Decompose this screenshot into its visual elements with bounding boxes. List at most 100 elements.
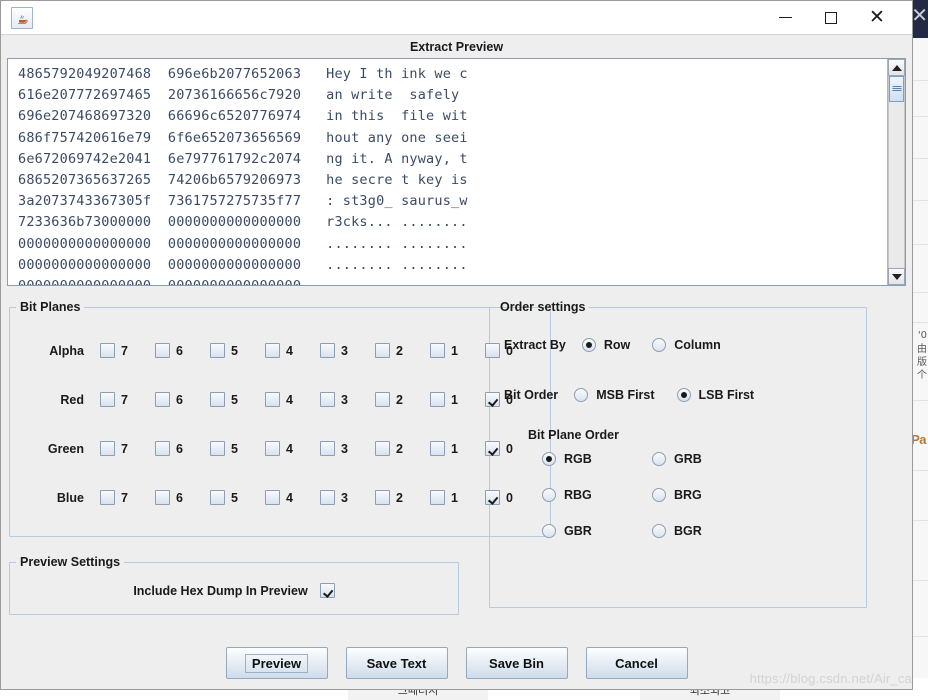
checkbox-green-2[interactable]: 2: [375, 441, 430, 456]
include-hex-dump-row[interactable]: Include Hex Dump In Preview: [20, 577, 448, 600]
checkbox-icon[interactable]: [430, 441, 445, 456]
maximize-button[interactable]: [808, 1, 854, 34]
checkbox-icon[interactable]: [155, 441, 170, 456]
checkbox-icon[interactable]: [265, 343, 280, 358]
checkbox-icon[interactable]: [375, 441, 390, 456]
radio-icon[interactable]: [652, 452, 666, 466]
radio-extract-by-column[interactable]: Column: [652, 338, 721, 352]
scrollbar-track[interactable]: [888, 76, 905, 268]
close-button[interactable]: ✕: [854, 1, 900, 34]
checkbox-icon[interactable]: [210, 490, 225, 505]
checkbox-icon[interactable]: [485, 441, 500, 456]
radio-icon[interactable]: [652, 338, 667, 352]
checkbox-icon[interactable]: [485, 392, 500, 407]
radio-bit-order-msb[interactable]: MSB First: [574, 388, 655, 402]
checkbox-icon[interactable]: [100, 441, 115, 456]
save-bin-button[interactable]: Save Bin: [465, 647, 568, 679]
checkbox-icon[interactable]: [320, 441, 335, 456]
scrollbar-down-button[interactable]: [888, 268, 905, 285]
radio-extract-by-row[interactable]: Row: [581, 338, 630, 352]
checkbox-red-6[interactable]: 6: [155, 392, 210, 407]
checkbox-icon[interactable]: [265, 490, 280, 505]
bit-number: 1: [451, 441, 458, 456]
checkbox-red-4[interactable]: 4: [265, 392, 320, 407]
checkbox-red-3[interactable]: 3: [320, 392, 375, 407]
checkbox-icon[interactable]: [155, 392, 170, 407]
cancel-button[interactable]: Cancel: [585, 647, 688, 679]
checkbox-icon[interactable]: [320, 490, 335, 505]
checkbox-icon[interactable]: [100, 392, 115, 407]
include-hex-dump-checkbox[interactable]: [319, 583, 335, 598]
checkbox-icon[interactable]: [320, 343, 335, 358]
checkbox-blue-7[interactable]: 7: [100, 490, 155, 505]
checkbox-red-2[interactable]: 2: [375, 392, 430, 407]
checkbox-icon[interactable]: [375, 343, 390, 358]
checkbox-icon[interactable]: [320, 392, 335, 407]
checkbox-icon[interactable]: [210, 392, 225, 407]
checkbox-alpha-7[interactable]: 7: [100, 343, 155, 358]
checkbox-alpha-6[interactable]: 6: [155, 343, 210, 358]
checkbox-green-4[interactable]: 4: [265, 441, 320, 456]
checkbox-blue-1[interactable]: 1: [430, 490, 485, 505]
checkbox-blue-3[interactable]: 3: [320, 490, 375, 505]
radio-bit-plane-order-grb[interactable]: GRB: [652, 452, 762, 466]
hex-dump-text[interactable]: 4865792049207468 696e6b2077652063 Hey I …: [8, 59, 887, 285]
checkbox-alpha-4[interactable]: 4: [265, 343, 320, 358]
checkbox-icon[interactable]: [100, 490, 115, 505]
checkbox-red-1[interactable]: 1: [430, 392, 485, 407]
bit-order-label: Bit Order: [504, 388, 559, 402]
checkbox-icon[interactable]: [155, 343, 170, 358]
checkbox-icon[interactable]: [430, 490, 445, 505]
checkbox-icon[interactable]: [485, 490, 500, 505]
hex-dump-scrollbar[interactable]: [887, 59, 905, 285]
checkbox-icon[interactable]: [265, 441, 280, 456]
radio-icon[interactable]: [542, 452, 556, 466]
checkbox-icon[interactable]: [430, 392, 445, 407]
radio-icon[interactable]: [542, 524, 556, 538]
checkbox-alpha-3[interactable]: 3: [320, 343, 375, 358]
radio-icon[interactable]: [574, 388, 589, 402]
checkbox-icon[interactable]: [210, 441, 225, 456]
checkbox-blue-6[interactable]: 6: [155, 490, 210, 505]
radio-icon[interactable]: [652, 524, 666, 538]
radio-bit-plane-order-gbr[interactable]: GBR: [542, 524, 652, 538]
checkbox-blue-2[interactable]: 2: [375, 490, 430, 505]
minimize-button[interactable]: [762, 1, 808, 34]
radio-icon[interactable]: [652, 488, 666, 502]
preview-button[interactable]: Preview: [225, 647, 328, 679]
checkbox-icon[interactable]: [210, 343, 225, 358]
checkbox-green-1[interactable]: 1: [430, 441, 485, 456]
scrollbar-up-button[interactable]: [888, 59, 905, 76]
checkbox-alpha-2[interactable]: 2: [375, 343, 430, 358]
checkbox-alpha-1[interactable]: 1: [430, 343, 485, 358]
checkbox-icon[interactable]: [430, 343, 445, 358]
background-close-icon[interactable]: ✕: [911, 6, 928, 26]
save-bin-button-label: Save Bin: [489, 655, 544, 671]
checkbox-icon[interactable]: [265, 392, 280, 407]
checkbox-icon[interactable]: [485, 343, 500, 358]
checkbox-red-7[interactable]: 7: [100, 392, 155, 407]
checkbox-red-5[interactable]: 5: [210, 392, 265, 407]
scrollbar-thumb[interactable]: [889, 76, 904, 102]
radio-bit-order-lsb[interactable]: LSB First: [676, 388, 754, 402]
checkbox-icon[interactable]: [100, 343, 115, 358]
radio-icon[interactable]: [676, 388, 691, 402]
checkbox-icon[interactable]: [155, 490, 170, 505]
bit-number: 2: [396, 441, 403, 456]
checkbox-green-3[interactable]: 3: [320, 441, 375, 456]
radio-bit-plane-order-rbg[interactable]: RBG: [542, 488, 652, 502]
radio-bit-plane-order-rgb[interactable]: RGB: [542, 452, 652, 466]
checkbox-blue-5[interactable]: 5: [210, 490, 265, 505]
radio-bit-plane-order-bgr[interactable]: BGR: [652, 524, 762, 538]
radio-icon[interactable]: [581, 338, 596, 352]
checkbox-icon[interactable]: [375, 490, 390, 505]
radio-bit-plane-order-brg[interactable]: BRG: [652, 488, 762, 502]
checkbox-green-6[interactable]: 6: [155, 441, 210, 456]
checkbox-icon[interactable]: [375, 392, 390, 407]
save-text-button[interactable]: Save Text: [345, 647, 448, 679]
checkbox-blue-4[interactable]: 4: [265, 490, 320, 505]
checkbox-alpha-5[interactable]: 5: [210, 343, 265, 358]
checkbox-green-7[interactable]: 7: [100, 441, 155, 456]
radio-icon[interactable]: [542, 488, 556, 502]
checkbox-green-5[interactable]: 5: [210, 441, 265, 456]
